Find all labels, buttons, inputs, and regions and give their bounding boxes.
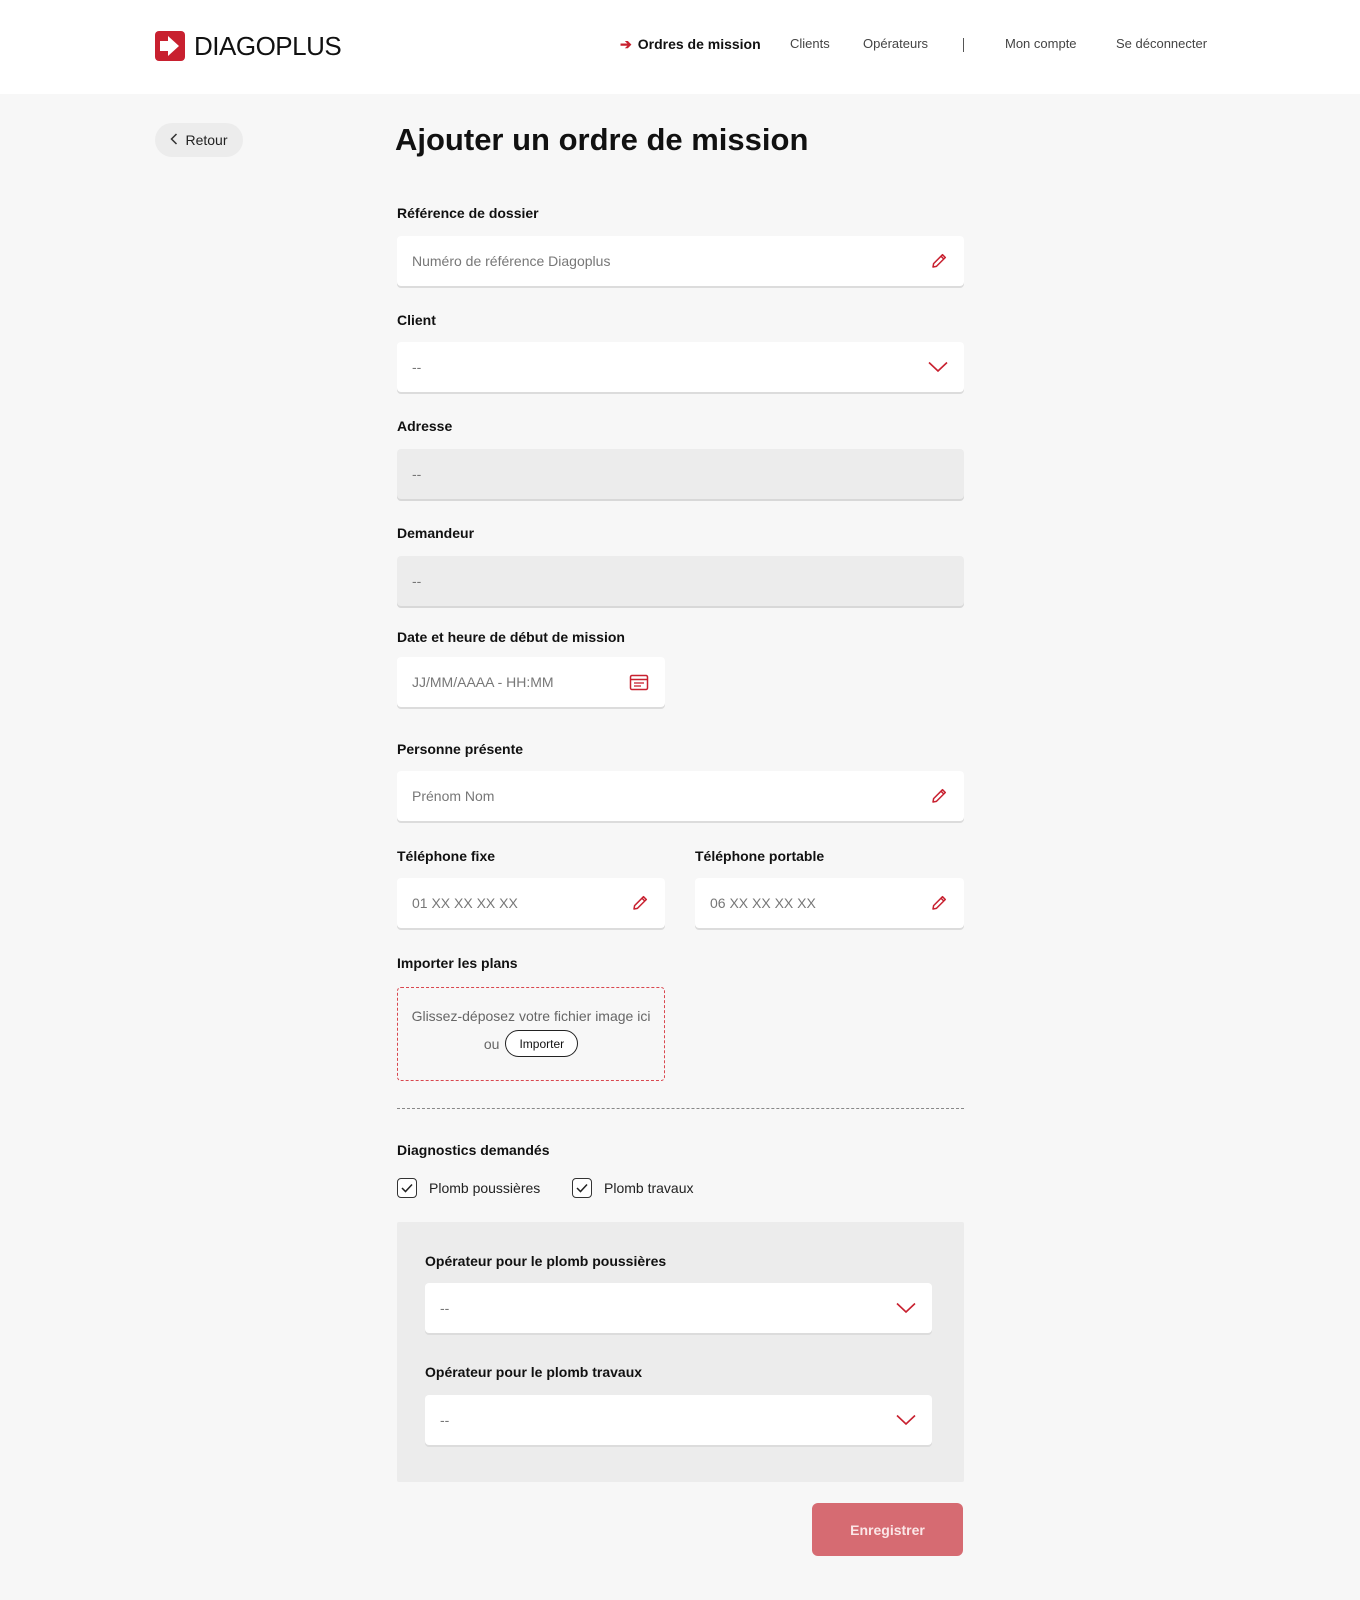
dropzone-actions: ou Importer <box>398 1030 664 1057</box>
tel-portable-input[interactable]: 06 XX XX XX XX <box>695 878 964 928</box>
reference-input[interactable]: Numéro de référence Diagoplus <box>397 236 964 286</box>
adresse-field: -- <box>397 449 964 499</box>
import-button[interactable]: Importer <box>505 1030 579 1057</box>
personne-label: Personne présente <box>397 741 524 757</box>
reference-label: Référence de dossier <box>397 205 539 221</box>
client-label: Client <box>397 312 436 328</box>
tel-fixe-label: Téléphone fixe <box>397 848 496 864</box>
nav-item-mon-compte[interactable]: Mon compte <box>1005 36 1077 51</box>
pencil-icon <box>631 894 649 912</box>
client-select[interactable]: -- <box>397 342 964 392</box>
date-placeholder: JJ/MM/AAAA - HH:MM <box>412 674 554 690</box>
op-poussieres-label: Opérateur pour le plomb poussières <box>425 1253 667 1269</box>
personne-input[interactable]: Prénom Nom <box>397 771 964 821</box>
plans-label: Importer les plans <box>397 955 518 971</box>
op-travaux-select[interactable]: -- <box>425 1395 932 1445</box>
chevron-down-icon <box>896 1302 916 1314</box>
chevron-down-icon <box>896 1414 916 1426</box>
nav-item-clients[interactable]: Clients <box>790 36 830 51</box>
nav-item-operateurs[interactable]: Opérateurs <box>863 36 928 51</box>
checkbox-plomb-poussieres[interactable]: Plomb poussières <box>397 1178 540 1198</box>
header: DIAGOPLUS ➔ Ordres de mission Clients Opé… <box>0 0 1360 94</box>
or-text: ou <box>483 1035 500 1052</box>
date-label: Date et heure de début de mission <box>397 629 625 645</box>
checkbox-label: Plomb poussières <box>429 1180 541 1196</box>
nav-item-se-deconnecter[interactable]: Se déconnecter <box>1116 36 1207 51</box>
demandeur-label: Demandeur <box>397 525 475 541</box>
section-divider <box>397 1108 964 1109</box>
chevron-down-icon <box>928 361 948 373</box>
calendar-icon[interactable] <box>629 673 649 691</box>
diagnostics-label: Diagnostics demandés <box>397 1142 550 1158</box>
checkbox-label: Plomb travaux <box>604 1180 694 1196</box>
op-poussieres-value: -- <box>440 1300 450 1316</box>
tel-fixe-input[interactable]: 01 XX XX XX XX <box>397 878 665 928</box>
personne-placeholder: Prénom Nom <box>412 788 495 804</box>
checkbox-checked-icon[interactable] <box>397 1178 417 1198</box>
date-input[interactable]: JJ/MM/AAAA - HH:MM <box>397 657 665 707</box>
tel-portable-label: Téléphone portable <box>695 848 825 864</box>
pencil-icon <box>930 894 948 912</box>
pencil-icon <box>930 787 948 805</box>
chevron-left-icon <box>170 132 178 148</box>
reference-placeholder: Numéro de référence Diagoplus <box>412 253 611 269</box>
adresse-label: Adresse <box>397 418 453 434</box>
main-nav: ➔ Ordres de mission Clients Opérateurs Mo… <box>0 36 1360 58</box>
checkbox-plomb-travaux[interactable]: Plomb travaux <box>572 1178 693 1198</box>
demandeur-value: -- <box>412 573 422 589</box>
tel-fixe-placeholder: 01 XX XX XX XX <box>412 895 518 911</box>
active-arrow-icon: ➔ <box>620 36 632 52</box>
plans-dropzone[interactable]: Glissez-déposez votre fichier image ici … <box>397 987 665 1081</box>
dropzone-text: Glissez-déposez votre fichier image ici <box>411 1008 651 1024</box>
op-travaux-value: -- <box>440 1412 450 1428</box>
save-button[interactable]: Enregistrer <box>812 1503 963 1556</box>
back-label: Retour <box>185 132 228 148</box>
op-travaux-label: Opérateur pour le plomb travaux <box>425 1364 643 1380</box>
adresse-value: -- <box>412 466 422 482</box>
demandeur-field: -- <box>397 556 964 606</box>
back-button[interactable]: Retour <box>155 123 243 157</box>
tel-portable-placeholder: 06 XX XX XX XX <box>710 895 816 911</box>
checkbox-checked-icon[interactable] <box>572 1178 592 1198</box>
nav-separator <box>963 38 964 52</box>
op-poussieres-select[interactable]: -- <box>425 1283 932 1333</box>
pencil-icon <box>930 252 948 270</box>
page-title: Ajouter un ordre de mission <box>395 122 809 157</box>
client-value: -- <box>412 359 422 375</box>
nav-item-ordres-de-mission[interactable]: ➔ Ordres de mission <box>620 36 761 53</box>
